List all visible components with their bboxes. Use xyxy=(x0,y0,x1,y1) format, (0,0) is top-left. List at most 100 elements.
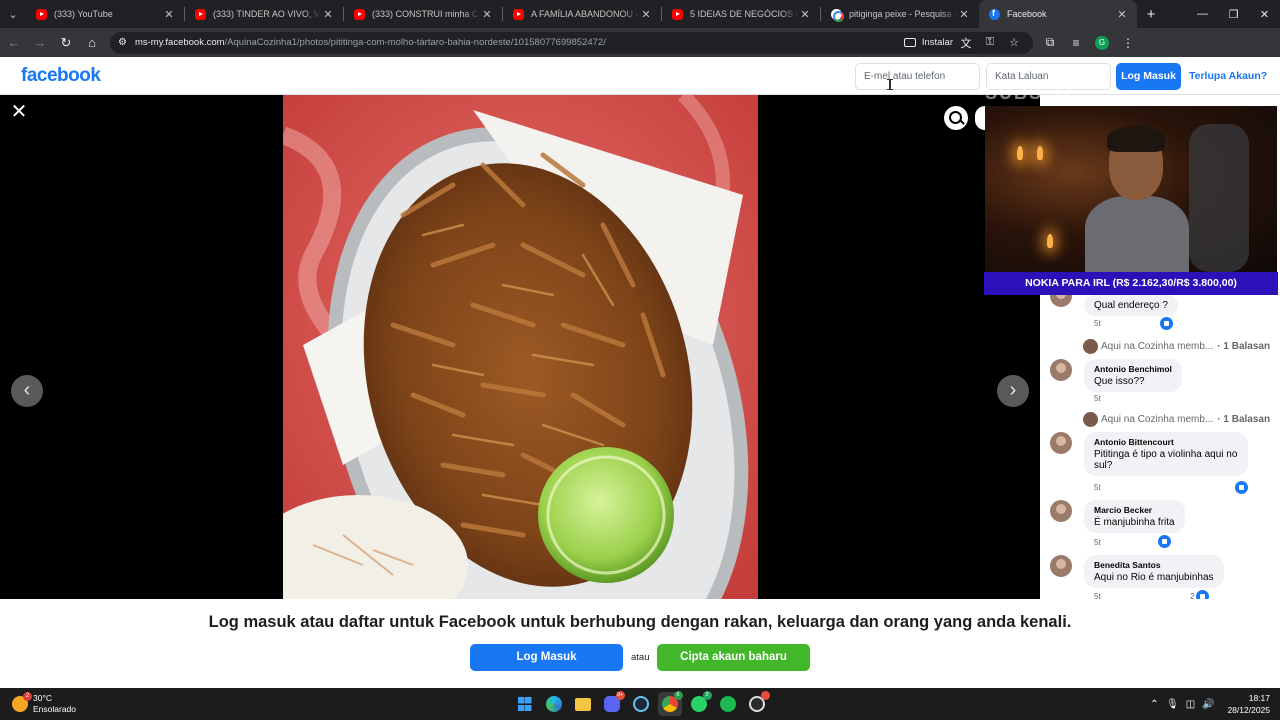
comment-bubble: Qual endereço ? xyxy=(1084,295,1178,316)
profile-avatar[interactable]: G xyxy=(1095,35,1109,50)
zoom-in-icon[interactable] xyxy=(944,106,968,130)
discord-icon[interactable]: 9+ xyxy=(600,691,625,716)
recording-dot-icon xyxy=(760,691,770,700)
microphone-icon[interactable]: 🎙 xyxy=(1163,699,1181,710)
reload-icon[interactable]: ↻ xyxy=(54,31,78,55)
volume-icon[interactable]: 🔊 xyxy=(1199,699,1217,710)
like-icon xyxy=(1158,535,1171,548)
avatar[interactable] xyxy=(1050,500,1072,522)
fullscreen-button[interactable] xyxy=(975,106,985,130)
windows-start-icon[interactable] xyxy=(513,692,537,716)
next-photo-button[interactable]: › xyxy=(997,375,1029,407)
facebook-header: facebook E-mel atau telefon Kata Laluan … xyxy=(0,57,1280,95)
previous-photo-button[interactable]: ‹ xyxy=(11,375,43,407)
install-app-button[interactable]: Instalar xyxy=(903,37,953,48)
chrome-icon[interactable]: 6 xyxy=(657,691,683,716)
spotify-icon[interactable] xyxy=(716,692,740,716)
taskbar: 2 30°C Ensolarado 9+ 6 2 ⌃ 🎙 ◫ 🔊 18:17 2… xyxy=(0,688,1280,720)
close-tab-icon[interactable]: ✕ xyxy=(321,8,335,21)
close-tab-icon[interactable]: ✕ xyxy=(1115,8,1129,21)
tab-title: Facebook xyxy=(1007,9,1047,19)
forgot-account-link[interactable]: Terlupa Akaun? xyxy=(1189,70,1267,82)
home-icon[interactable]: ⌂ xyxy=(80,31,104,55)
reply-count: · 1 Balasan xyxy=(1217,414,1271,425)
view-replies[interactable]: Aqui na Cozinha memb... · 1 Balasan xyxy=(1083,412,1270,427)
tab-youtube[interactable]: (333) YouTube ✕ xyxy=(26,0,184,28)
forward-icon[interactable]: → xyxy=(28,31,52,55)
steam-icon[interactable] xyxy=(629,692,653,716)
facebook-logo[interactable]: facebook xyxy=(21,65,101,87)
close-window-icon[interactable]: ✕ xyxy=(1249,0,1280,28)
stream-goal-banner: NOKIA PARA IRL (R$ 2.162,30/R$ 3.800,00) xyxy=(984,272,1278,295)
new-tab-button[interactable]: + xyxy=(1137,0,1165,28)
close-tab-icon[interactable]: ✕ xyxy=(639,8,653,21)
stream-overlay-text: SUBS 375 xyxy=(985,83,1087,103)
facebook-icon xyxy=(989,8,1000,20)
taskbar-apps: 9+ 6 2 xyxy=(510,691,771,716)
clock-time: 18:17 xyxy=(1248,693,1270,703)
reply-count: · 1 Balasan xyxy=(1217,341,1271,352)
tab-google-search[interactable]: pitiginga peixe - Pesquisa Goog ✕ xyxy=(821,0,979,28)
header-login-button[interactable]: Log Masuk xyxy=(1116,63,1181,90)
translate-icon[interactable]: 文 xyxy=(955,35,977,51)
system-tray: ⌃ 🎙 ◫ 🔊 18:17 28/12/2025 xyxy=(1145,692,1270,716)
discord-badge: 9+ xyxy=(615,691,625,700)
reply-author: Aqui na Cozinha memb... xyxy=(1101,341,1214,352)
comment-bubble: Marcio Becker É manjubinha frita xyxy=(1084,500,1185,533)
close-tab-icon[interactable]: ✕ xyxy=(162,8,176,21)
comment-author[interactable]: Antonio Benchimol xyxy=(1094,364,1172,374)
email-field[interactable]: E-mel atau telefon xyxy=(855,63,980,90)
whatsapp-icon[interactable]: 2 xyxy=(687,691,712,716)
comment-text: É manjubinha frita xyxy=(1094,517,1175,528)
network-icon[interactable]: ◫ xyxy=(1181,699,1199,710)
clock[interactable]: 18:17 28/12/2025 xyxy=(1227,692,1270,716)
media-controls-icon[interactable]: ≡ xyxy=(1063,36,1089,50)
avatar[interactable] xyxy=(1050,555,1072,577)
minimize-icon[interactable]: — xyxy=(1187,0,1218,28)
tab-construi-video[interactable]: (333) CONSTRUI minha CASA N ✕ xyxy=(344,0,502,28)
password-key-icon[interactable]: ⚿ xyxy=(979,36,1001,49)
comment-time[interactable]: 5t xyxy=(1094,538,1101,547)
close-tab-icon[interactable]: ✕ xyxy=(957,8,971,21)
comment-author[interactable]: Benedita Santos xyxy=(1094,560,1214,570)
view-replies[interactable]: Aqui na Cozinha memb... · 1 Balasan xyxy=(1083,339,1270,354)
create-account-button[interactable]: Cipta akaun baharu xyxy=(657,644,810,671)
edge-icon[interactable] xyxy=(542,692,566,716)
google-icon xyxy=(831,8,844,22)
site-info-icon[interactable]: ⚙ xyxy=(118,37,127,48)
like-count: 2 xyxy=(1190,592,1195,599)
address-bar[interactable]: ⚙ ms-my.facebook.com /AquinaCozinha1/pho… xyxy=(110,31,1033,54)
comment-time[interactable]: 5t xyxy=(1094,319,1101,328)
comment-author[interactable]: Antonio Bittencourt xyxy=(1094,437,1238,447)
menu-kebab-icon[interactable]: ⋮ xyxy=(1115,36,1141,50)
comment-time[interactable]: 5t xyxy=(1094,394,1101,403)
candle-light xyxy=(1047,234,1053,248)
close-tab-icon[interactable]: ✕ xyxy=(480,8,494,21)
comment-author[interactable]: Marcio Becker xyxy=(1094,505,1175,515)
login-button[interactable]: Log Masuk xyxy=(470,644,623,671)
tab-facebook[interactable]: Facebook ✕ xyxy=(979,0,1137,28)
tab-ideias-video[interactable]: 5 IDEIAS DE NEGÓCIOS PARA 2 ✕ xyxy=(662,0,820,28)
tab-familia-video[interactable]: A FAMÍLIA ABANDONOU esse ✕ xyxy=(503,0,661,28)
sun-icon: 2 xyxy=(12,692,32,712)
avatar[interactable] xyxy=(1050,432,1072,454)
youtube-icon xyxy=(195,8,206,20)
file-explorer-icon[interactable] xyxy=(571,692,595,716)
bookmark-star-icon[interactable]: ☆ xyxy=(1003,36,1025,49)
comment-time[interactable]: 5t xyxy=(1094,592,1101,599)
tab-title: (333) TINDER AO VIVO, VAI DAR xyxy=(213,9,321,19)
tab-search-icon[interactable]: ⌄ xyxy=(0,0,26,28)
close-tab-icon[interactable]: ✕ xyxy=(798,8,812,21)
obs-icon[interactable] xyxy=(745,691,770,716)
extensions-icon[interactable]: ⧉ xyxy=(1037,35,1063,50)
close-icon[interactable]: ✕ xyxy=(8,102,30,124)
avatar[interactable] xyxy=(1050,359,1072,381)
chevron-up-icon[interactable]: ⌃ xyxy=(1145,699,1163,710)
weather-widget[interactable]: 2 30°C Ensolarado xyxy=(12,692,76,715)
restore-icon[interactable]: ❐ xyxy=(1218,0,1249,28)
streamer-hair xyxy=(1107,126,1165,152)
comment-time[interactable]: 5t xyxy=(1094,483,1101,492)
tab-tinder-video[interactable]: (333) TINDER AO VIVO, VAI DAR ✕ xyxy=(185,0,343,28)
back-icon[interactable]: ← xyxy=(2,31,26,55)
weather-text: 30°C Ensolarado xyxy=(33,693,76,715)
